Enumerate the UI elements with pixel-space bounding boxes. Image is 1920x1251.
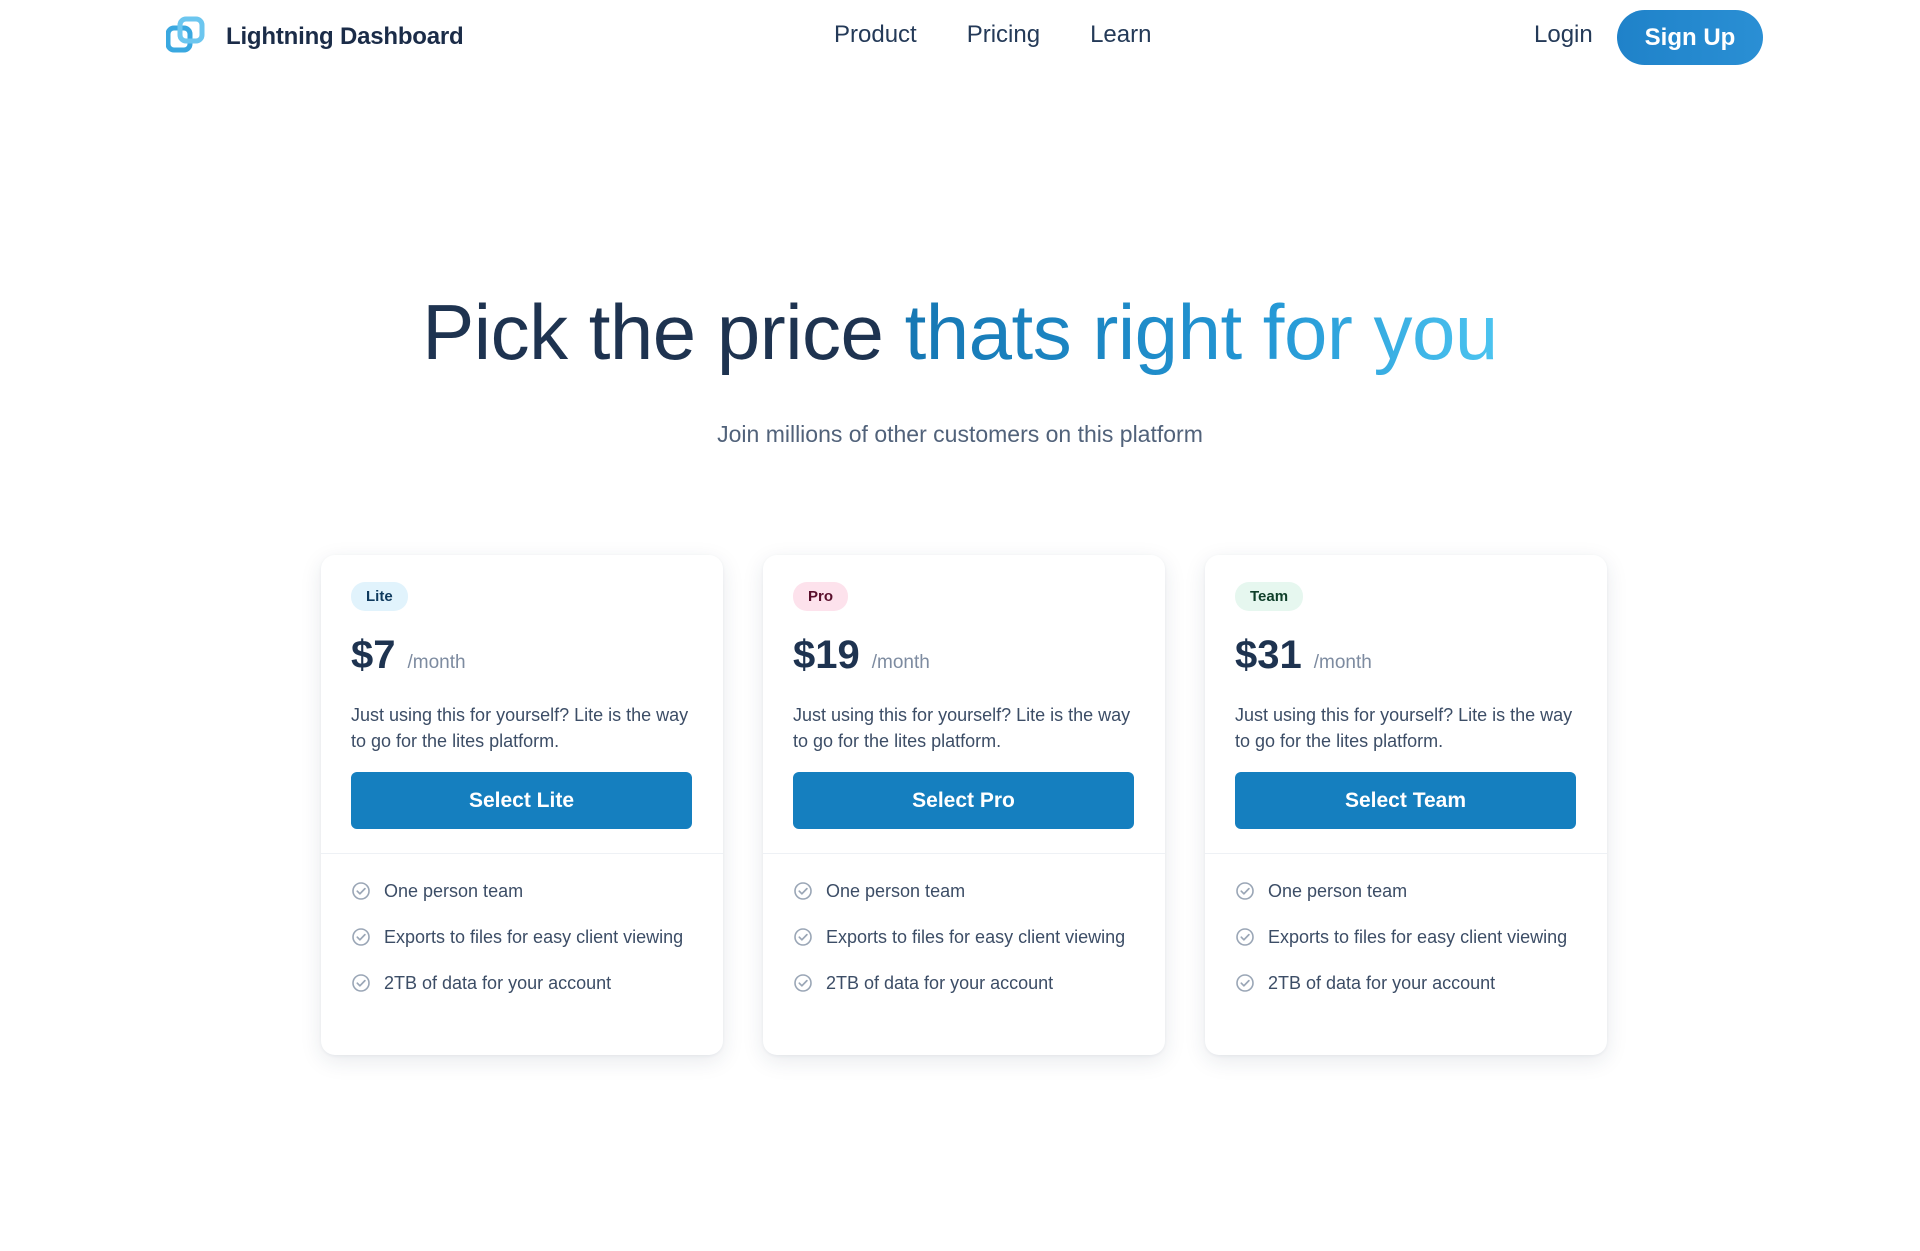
- feature-item: 2TB of data for your account: [351, 970, 693, 996]
- check-circle-icon: [1236, 928, 1254, 946]
- page-title-plain: Pick the price: [422, 288, 905, 376]
- brand-name: Lightning Dashboard: [226, 23, 464, 50]
- feature-item: One person team: [1235, 878, 1577, 904]
- feature-item: Exports to files for easy client viewing: [793, 924, 1135, 950]
- select-pro-button[interactable]: Select Pro: [793, 772, 1134, 829]
- plan-badge: Pro: [793, 582, 849, 611]
- select-lite-button[interactable]: Select Lite: [351, 772, 692, 829]
- sign-up-button[interactable]: Sign Up: [1617, 10, 1763, 65]
- top-navigation: Lightning Dashboard Product Pricing Lear…: [0, 0, 1920, 76]
- feature-text: One person team: [384, 881, 524, 901]
- feature-text: 2TB of data for your account: [1268, 973, 1496, 993]
- check-circle-icon: [794, 974, 812, 992]
- plan-card-header: Pro $19 /month Just using this for yours…: [763, 555, 1165, 853]
- check-circle-icon: [1236, 882, 1254, 900]
- check-circle-icon: [794, 882, 812, 900]
- plan-card-header: Lite $7 /month Just using this for yours…: [321, 555, 723, 853]
- primary-nav: Product Pricing Learn: [834, 21, 1151, 49]
- brand-link[interactable]: Lightning Dashboard: [166, 15, 464, 59]
- check-circle-icon: [794, 928, 812, 946]
- page-title: Pick the price thats right for you: [0, 282, 1920, 382]
- feature-item: 2TB of data for your account: [1235, 970, 1577, 996]
- plan-price: $7: [351, 633, 396, 677]
- feature-text: 2TB of data for your account: [826, 973, 1054, 993]
- plan-card-header: Team $31 /month Just using this for your…: [1205, 555, 1607, 853]
- feature-text: Exports to files for easy client viewing: [1268, 927, 1568, 947]
- plan-description: Just using this for yourself? Lite is th…: [1235, 705, 1573, 751]
- page-subtitle: Join millions of other customers on this…: [717, 421, 1203, 447]
- plan-price: $31: [1235, 633, 1302, 677]
- feature-text: Exports to files for easy client viewing: [384, 927, 684, 947]
- feature-item: One person team: [793, 878, 1135, 904]
- nav-link-learn[interactable]: Learn: [1090, 21, 1151, 49]
- price-row: $31 /month: [1235, 633, 1577, 678]
- plan-price: $19: [793, 633, 860, 677]
- plan-card-lite: Lite $7 /month Just using this for yours…: [321, 555, 723, 1055]
- feature-item: 2TB of data for your account: [793, 970, 1135, 996]
- overlapping-squares-logo-icon: [166, 16, 205, 53]
- check-circle-icon: [352, 882, 370, 900]
- nav-link-product[interactable]: Product: [834, 21, 917, 49]
- feature-text: One person team: [826, 881, 966, 901]
- pricing-cards: Lite $7 /month Just using this for yours…: [321, 555, 1607, 1055]
- check-circle-icon: [1236, 974, 1254, 992]
- login-link[interactable]: Login: [1534, 21, 1593, 49]
- feature-item: Exports to files for easy client viewing: [351, 924, 693, 950]
- nav-link-pricing[interactable]: Pricing: [967, 21, 1040, 49]
- plan-card-team: Team $31 /month Just using this for your…: [1205, 555, 1607, 1055]
- plan-badge: Team: [1235, 582, 1304, 611]
- feature-item: One person team: [351, 878, 693, 904]
- feature-list: One person team Exports to files for eas…: [321, 854, 723, 996]
- price-row: $19 /month: [793, 633, 1135, 678]
- feature-text: Exports to files for easy client viewing: [826, 927, 1126, 947]
- price-row: $7 /month: [351, 633, 693, 678]
- plan-period: /month: [871, 652, 930, 673]
- feature-text: One person team: [1268, 881, 1408, 901]
- feature-text: 2TB of data for your account: [384, 973, 612, 993]
- plan-description: Just using this for yourself? Lite is th…: [351, 705, 689, 751]
- select-team-button[interactable]: Select Team: [1235, 772, 1576, 829]
- feature-list: One person team Exports to files for eas…: [763, 854, 1165, 996]
- check-circle-icon: [352, 974, 370, 992]
- plan-description: Just using this for yourself? Lite is th…: [793, 705, 1131, 751]
- check-circle-icon: [352, 928, 370, 946]
- plan-card-pro: Pro $19 /month Just using this for yours…: [763, 555, 1165, 1055]
- page-title-accent: thats right for you: [904, 288, 1499, 376]
- plan-period: /month: [407, 652, 466, 673]
- plan-period: /month: [1313, 652, 1372, 673]
- feature-list: One person team Exports to files for eas…: [1205, 854, 1607, 996]
- plan-badge: Lite: [351, 582, 408, 611]
- feature-item: Exports to files for easy client viewing: [1235, 924, 1577, 950]
